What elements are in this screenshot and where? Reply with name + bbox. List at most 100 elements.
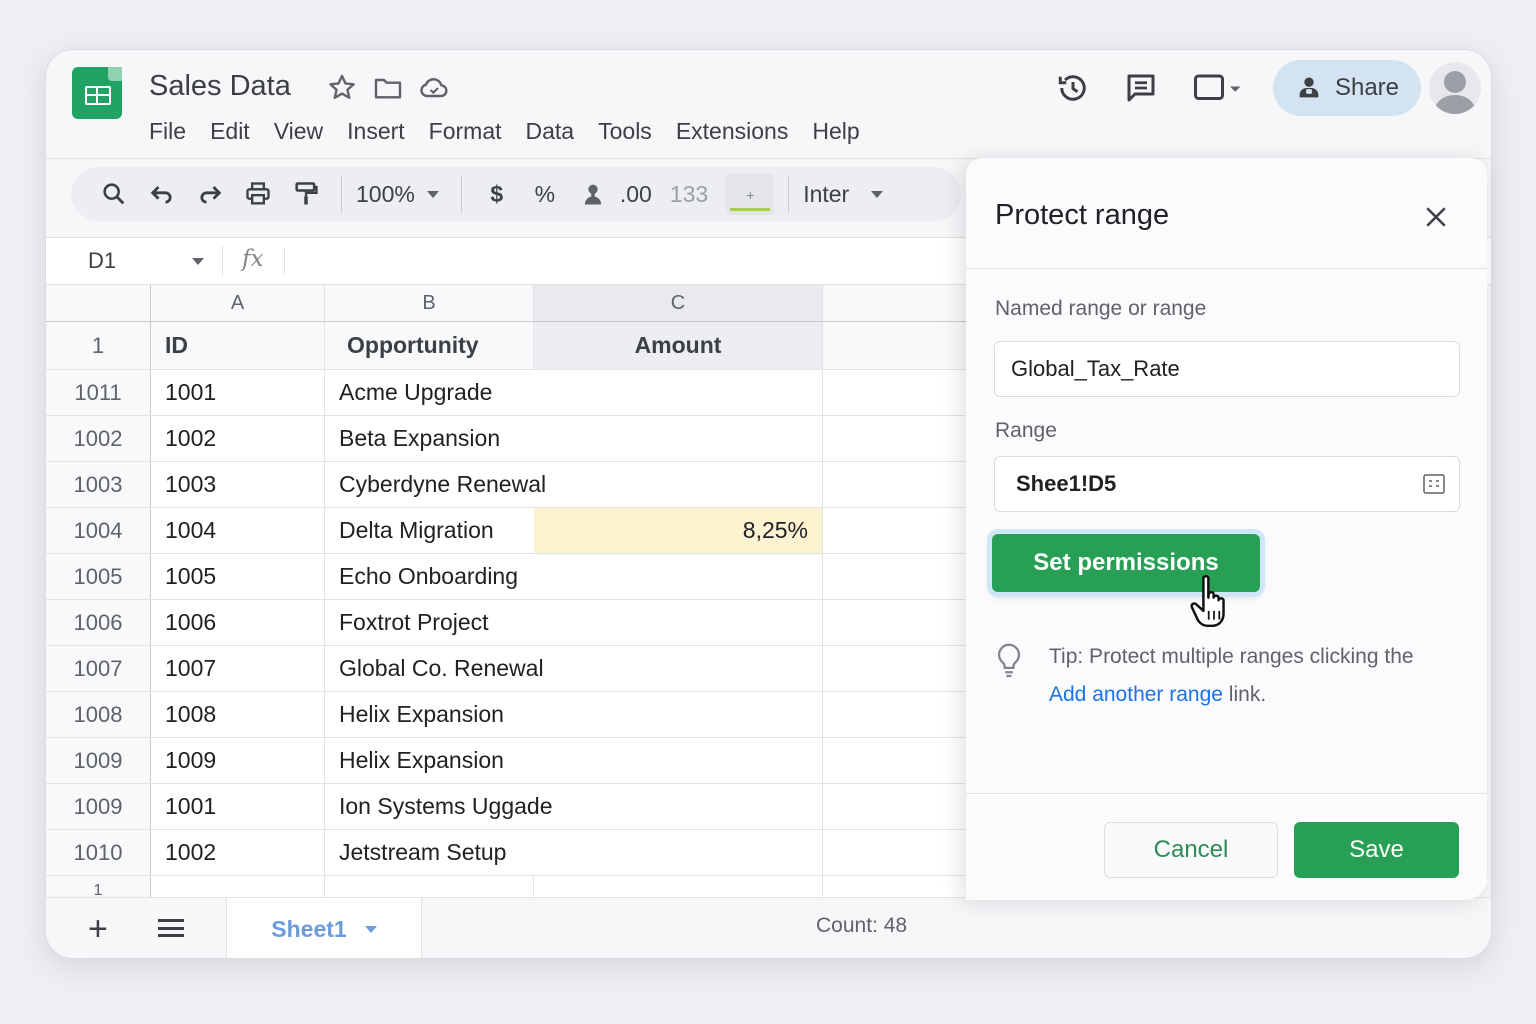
undo-icon[interactable] xyxy=(141,173,183,215)
cell-opportunity[interactable]: Jetstream Setup xyxy=(325,830,534,875)
menu-data[interactable]: Data xyxy=(526,118,575,145)
row-header[interactable]: 1005 xyxy=(46,554,151,599)
print-icon[interactable] xyxy=(237,173,279,215)
number-format-button[interactable]: 133 xyxy=(670,173,708,215)
redo-icon[interactable] xyxy=(189,173,231,215)
column-header-c[interactable]: C xyxy=(534,285,823,322)
row-header[interactable]: 1009 xyxy=(46,784,151,829)
select-all-corner[interactable] xyxy=(46,285,151,322)
chevron-down-icon[interactable] xyxy=(364,926,377,933)
cell-amount[interactable] xyxy=(534,646,823,691)
row-header[interactable]: 1007 xyxy=(46,646,151,691)
cell-opportunity[interactable]: Foxtrot Project xyxy=(325,600,534,645)
cell-amount[interactable] xyxy=(534,462,823,507)
menu-view[interactable]: View xyxy=(274,118,323,145)
sheet-tab[interactable]: Sheet1 xyxy=(226,898,422,958)
cell-amount[interactable] xyxy=(534,416,823,461)
menu-help[interactable]: Help xyxy=(812,118,859,145)
spreadsheet-grid[interactable]: A B C 1 ID Opportunity Amount 1011 1001 Acme U… xyxy=(46,285,1006,897)
cell-opportunity[interactable]: Helix Expansion xyxy=(325,738,534,783)
menu-insert[interactable]: Insert xyxy=(347,118,405,145)
cell-id[interactable]: 1006 xyxy=(151,600,325,645)
text-color-icon[interactable]: + xyxy=(726,173,775,215)
row-header[interactable]: 1009 xyxy=(46,738,151,783)
percent-format-button[interactable]: % xyxy=(524,173,566,215)
cell-id[interactable]: 1003 xyxy=(151,462,325,507)
range-input[interactable]: Shee1!D5 xyxy=(994,456,1460,512)
font-select[interactable]: Inter xyxy=(803,181,889,208)
cell-amount[interactable] xyxy=(534,370,823,415)
cell-amount[interactable] xyxy=(534,600,823,645)
cell-opportunity[interactable]: Helix Expansion xyxy=(325,692,534,737)
cell-opportunity[interactable]: Beta Expansion xyxy=(325,416,534,461)
decimal-format-button[interactable]: .00 xyxy=(620,173,652,215)
currency-format-button[interactable]: $ xyxy=(476,173,518,215)
menu-file[interactable]: File xyxy=(149,118,186,145)
cell-id[interactable]: 1005 xyxy=(151,554,325,599)
star-icon[interactable] xyxy=(326,72,358,104)
cell[interactable] xyxy=(151,876,325,897)
header-cell-opportunity[interactable]: Opportunity xyxy=(325,322,534,369)
share-button[interactable]: Share xyxy=(1273,60,1421,116)
cell-amount[interactable]: 8,25% xyxy=(534,508,823,553)
all-sheets-icon[interactable] xyxy=(158,919,184,937)
cell-id[interactable]: 1002 xyxy=(151,830,325,875)
cell-opportunity[interactable]: Acme Upgrade xyxy=(325,370,534,415)
cell-amount[interactable] xyxy=(534,554,823,599)
row-header[interactable]: 1011 xyxy=(46,370,151,415)
row-header[interactable]: 1010 xyxy=(46,830,151,875)
select-range-grid-icon[interactable] xyxy=(1423,474,1445,494)
cell-amount[interactable] xyxy=(534,738,823,783)
folder-icon[interactable] xyxy=(372,72,404,104)
paint-format-icon[interactable] xyxy=(285,173,327,215)
cell-amount[interactable] xyxy=(534,830,823,875)
cell-id[interactable]: 1004 xyxy=(151,508,325,553)
row-header[interactable]: 1006 xyxy=(46,600,151,645)
version-history-icon[interactable] xyxy=(1051,66,1095,110)
add-another-range-link[interactable]: Add another range xyxy=(1049,683,1223,706)
meet-present-icon[interactable] xyxy=(1187,66,1249,110)
menu-extensions[interactable]: Extensions xyxy=(676,118,789,145)
chevron-down-icon[interactable] xyxy=(192,258,204,265)
cell-id[interactable]: 1009 xyxy=(151,738,325,783)
cell-amount[interactable] xyxy=(534,692,823,737)
cell-opportunity[interactable]: Global Co. Renewal xyxy=(325,646,544,691)
fill-color-icon[interactable] xyxy=(572,173,614,215)
save-button[interactable]: Save xyxy=(1294,822,1459,878)
cell-id[interactable]: 1002 xyxy=(151,416,325,461)
cell-opportunity[interactable]: Delta Migration xyxy=(325,508,534,553)
cell-opportunity[interactable]: Cyberdyne Renewal xyxy=(325,462,546,507)
add-sheet-icon[interactable]: + xyxy=(88,910,108,949)
cell-opportunity[interactable]: Ion Systems Uggade xyxy=(325,784,553,829)
row-header[interactable]: 1002 xyxy=(46,416,151,461)
cancel-button[interactable]: Cancel xyxy=(1104,822,1278,878)
close-icon[interactable] xyxy=(1421,202,1451,232)
named-range-input[interactable] xyxy=(994,341,1460,397)
menu-edit[interactable]: Edit xyxy=(210,118,250,145)
row-header[interactable]: 1008 xyxy=(46,692,151,737)
cloud-status-icon[interactable] xyxy=(418,72,450,104)
column-header-b[interactable]: B xyxy=(325,285,534,322)
column-header-a[interactable]: A xyxy=(151,285,325,322)
cell-id[interactable]: 1001 xyxy=(151,784,325,829)
row-header[interactable]: 1 xyxy=(46,876,151,897)
cell-id[interactable]: 1007 xyxy=(151,646,325,691)
cell-opportunity[interactable]: Echo Onboarding xyxy=(325,554,534,599)
document-title[interactable]: Sales Data xyxy=(149,70,291,103)
sheets-logo-icon[interactable] xyxy=(72,67,122,119)
row-header[interactable]: 1004 xyxy=(46,508,151,553)
cell[interactable] xyxy=(325,876,534,897)
cell[interactable] xyxy=(534,876,823,897)
cell-id[interactable]: 1001 xyxy=(151,370,325,415)
header-cell-amount[interactable]: Amount xyxy=(534,322,823,369)
comments-icon[interactable] xyxy=(1119,66,1163,110)
menu-tools[interactable]: Tools xyxy=(598,118,652,145)
row-header[interactable]: 1003 xyxy=(46,462,151,507)
cell-id[interactable]: 1008 xyxy=(151,692,325,737)
row-header[interactable]: 1 xyxy=(46,322,151,369)
search-icon[interactable] xyxy=(93,173,135,215)
cell-amount[interactable] xyxy=(534,784,823,829)
zoom-select[interactable]: 100% xyxy=(356,181,445,208)
header-cell-id[interactable]: ID xyxy=(151,322,325,369)
account-avatar[interactable] xyxy=(1429,62,1481,114)
